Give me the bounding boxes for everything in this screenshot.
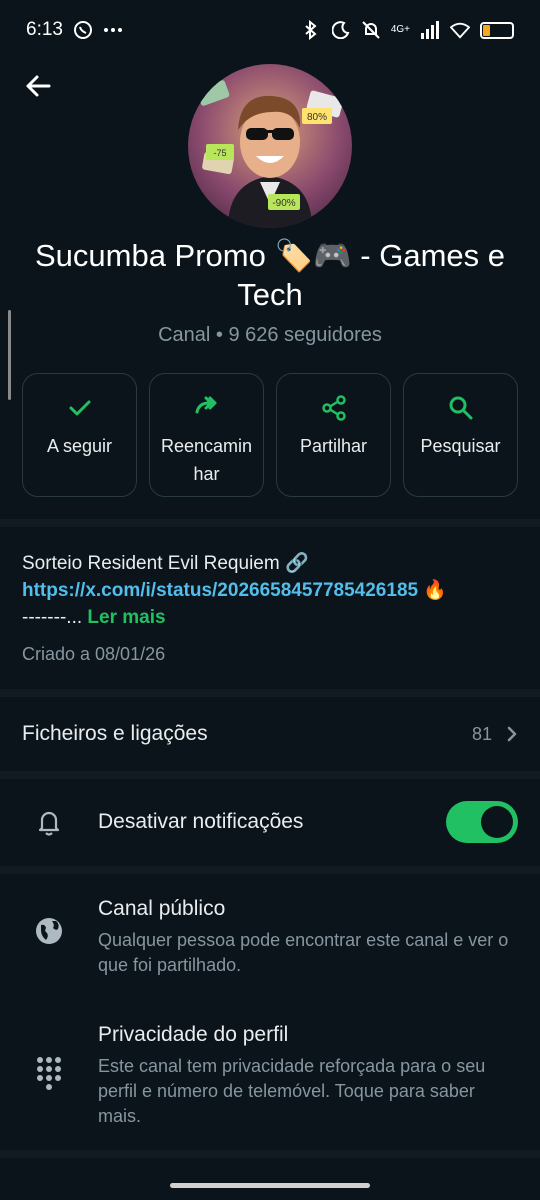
description-truncated: -------... — [22, 607, 83, 628]
created-date: Criado a 08/01/26 — [22, 644, 166, 664]
forward-button[interactable]: Reencaminhar — [149, 373, 264, 497]
status-time: 6:13 — [26, 19, 63, 40]
avatar-badge-90: -90% — [268, 194, 300, 210]
public-channel-subtitle: Qualquer pessoa pode encontrar este cana… — [98, 930, 509, 975]
dialpad-icon — [22, 1020, 76, 1129]
avatar-badge-75: -75 — [206, 144, 234, 160]
back-button[interactable] — [18, 66, 58, 106]
wifi-icon — [450, 20, 470, 40]
following-label: A seguir — [46, 436, 113, 456]
check-icon — [69, 400, 90, 416]
status-left: 6:13 — [26, 19, 123, 41]
bell-icon — [22, 808, 76, 836]
battery-level: 25 — [490, 22, 504, 35]
profile-privacy-subtitle: Este canal tem privacidade reforçada par… — [98, 1056, 486, 1126]
more-dots-icon — [103, 20, 123, 40]
forward-icon — [195, 396, 216, 414]
forward-label: Reencaminhar — [160, 436, 253, 484]
section-divider — [0, 1150, 540, 1158]
description-line: Sorteio Resident Evil Requiem 🔗 — [22, 553, 309, 574]
channel-avatar[interactable]: 80% -75 -90% — [188, 64, 352, 228]
moon-icon — [331, 20, 351, 40]
profile-privacy-title: Privacidade do perfil — [98, 1023, 289, 1046]
action-buttons: A seguir Reencaminhar Partilhar Pesquisa… — [22, 373, 518, 497]
share-button[interactable]: Partilhar — [276, 373, 391, 497]
whatsapp-icon — [73, 20, 93, 40]
network-type: 4G+ — [390, 24, 410, 35]
chevron-right-icon — [507, 726, 517, 742]
svg-text:-75: -75 — [213, 148, 226, 158]
svg-text:-90%: -90% — [272, 198, 295, 209]
link-suffix: 🔥 — [418, 580, 448, 601]
channel-description: Sorteio Resident Evil Requiem 🔗 https://… — [22, 550, 522, 631]
description-link-line: https://x.com/i/status/20266584577854261… — [22, 577, 522, 604]
status-right: 4G+ 25 — [301, 20, 514, 40]
notifications-label: Desativar notificações — [98, 810, 304, 833]
notifications-row[interactable]: Desativar notificações — [0, 778, 540, 866]
files-links-label: Ficheiros e ligações — [22, 722, 208, 745]
section-divider — [0, 689, 540, 697]
read-more-link[interactable]: Ler mais — [87, 607, 165, 628]
public-channel-text: Canal público Qualquer pessoa pode encon… — [98, 894, 518, 978]
globe-icon — [22, 894, 76, 978]
following-button[interactable]: A seguir — [22, 373, 137, 497]
search-label: Pesquisar — [420, 436, 501, 456]
svg-text:80%: 80% — [307, 112, 327, 123]
share-icon — [321, 395, 346, 421]
status-bar: 6:13 4G+ 25 — [0, 0, 540, 60]
section-divider — [0, 519, 540, 527]
profile-privacy-text: Privacidade do perfil Este canal tem pri… — [98, 1020, 518, 1129]
share-label: Partilhar — [299, 436, 368, 456]
section-divider — [0, 866, 540, 874]
toggle-knob — [481, 806, 513, 838]
search-button[interactable]: Pesquisar — [403, 373, 518, 497]
notifications-toggle[interactable] — [446, 801, 518, 843]
search-icon — [449, 396, 472, 420]
signal-icon — [420, 20, 440, 40]
home-indicator[interactable] — [170, 1183, 370, 1188]
public-channel-title: Canal público — [98, 897, 226, 920]
scrollbar[interactable] — [8, 310, 11, 400]
files-links-row[interactable]: Ficheiros e ligações 81 — [0, 698, 540, 770]
bluetooth-icon — [301, 20, 321, 40]
battery-icon: 25 — [480, 21, 514, 39]
silent-icon — [361, 20, 381, 40]
channel-meta: Canal • 9 626 seguidores — [158, 324, 382, 346]
description-link[interactable]: https://x.com/i/status/20266584577854261… — [22, 580, 418, 601]
arrow-left-icon — [26, 75, 51, 97]
profile-privacy-row[interactable]: Privacidade do perfil Este canal tem pri… — [0, 1020, 540, 1129]
avatar-illustration: 80% -75 -90% — [196, 80, 344, 228]
avatar-badge-80: 80% — [302, 108, 332, 124]
channel-title: Sucumba Promo 🏷️🎮 - Games e Tech — [34, 238, 505, 312]
public-channel-row[interactable]: Canal público Qualquer pessoa pode encon… — [0, 894, 540, 978]
description-more-line: -------... Ler mais — [22, 604, 522, 631]
files-count: 81 — [471, 723, 492, 744]
